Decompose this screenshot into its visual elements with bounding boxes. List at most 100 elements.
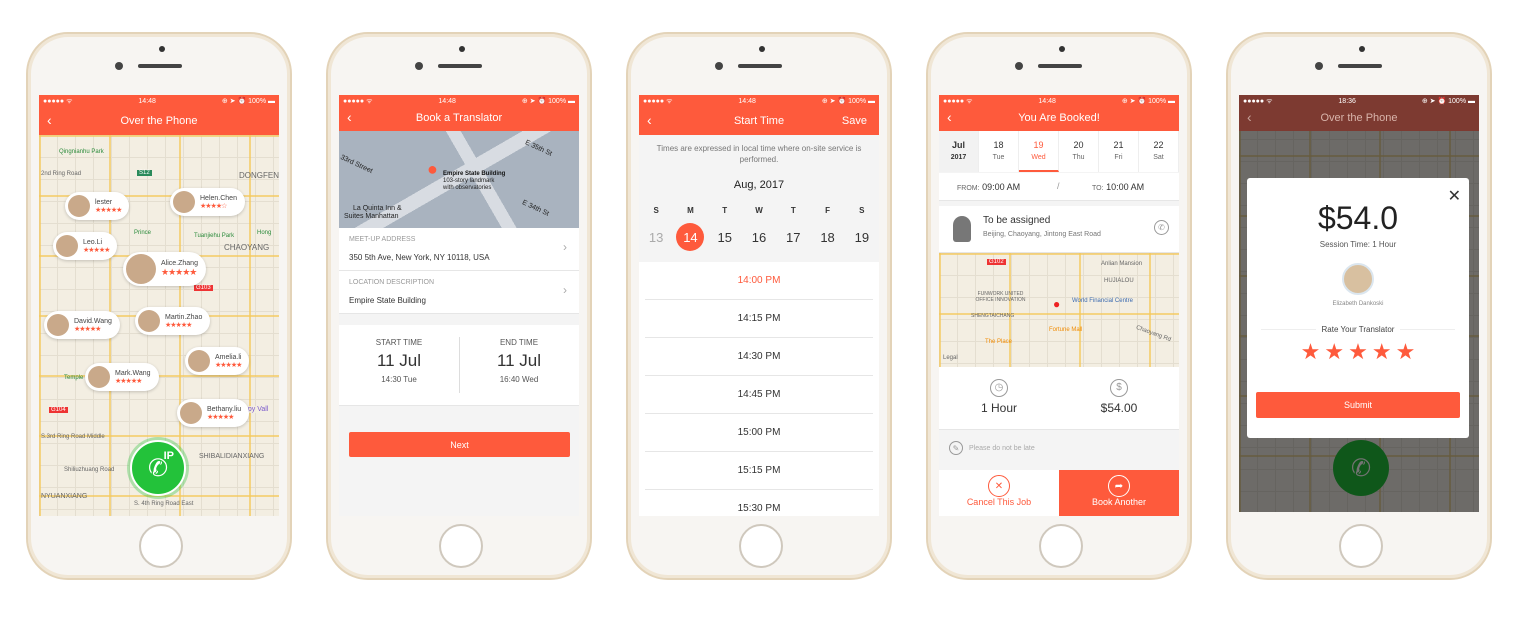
close-circle-icon: ✕: [988, 475, 1010, 497]
translator-marker[interactable]: Mark.Wang ★★★★★: [85, 363, 159, 391]
meetup-address-row[interactable]: MEET-UP ADDRESS 350 5th Ave, New York, NY…: [339, 228, 579, 271]
translator-marker[interactable]: Martin.Zhao ★★★★★: [135, 307, 211, 335]
phone-start-time: ●●●●● ᯤ 14:48 ⊕ ➤ ⏰ 100% ▬ ‹ Start Time Save…: [626, 32, 892, 580]
date-cell[interactable]: 18: [810, 230, 844, 245]
start-time[interactable]: START TIME 11 Jul 14:30 Tue: [339, 338, 459, 384]
screen: ●●●●● ᯤ 14:48 ⊕ ➤ ⏰ 100% ▬ ‹ You Are Booked…: [939, 95, 1179, 516]
star-icon[interactable]: ★: [1324, 339, 1344, 364]
home-button: [1339, 524, 1383, 568]
translator-marker[interactable]: Amelia.li ★★★★★: [185, 347, 250, 375]
time-slot-list[interactable]: 14:00 PM 14:15 PM 14:30 PM 14:45 PM 15:0…: [639, 262, 879, 516]
speaker: [738, 64, 782, 68]
translator-marker[interactable]: David.Wang ★★★★★: [44, 311, 120, 339]
timezone-notice: Times are expressed in local time where …: [656, 144, 862, 164]
weekday-row: SMTWTFS: [653, 206, 865, 215]
translator-marker[interactable]: lester ★★★★★: [65, 192, 130, 220]
front-camera: [715, 62, 723, 70]
avatar: [188, 350, 210, 372]
time-slot[interactable]: 14:45 PM: [645, 376, 873, 414]
screen: ●●●●● ᯤ 14:48 ⊕ ➤ ⏰ 100% ▬ ‹ Book a Transla…: [339, 95, 579, 516]
screen: ●●●●● ᯤ 14:48 ⊕ ➤ ⏰ 100% ▬ ‹ Start Time Save…: [639, 95, 879, 516]
translator-marker[interactable]: Bethany.liu ★★★★★: [177, 399, 250, 427]
date-cell[interactable]: 17: [776, 230, 810, 245]
star-icon[interactable]: ★: [1372, 339, 1392, 364]
page-title: You Are Booked!: [1018, 112, 1100, 124]
save-button[interactable]: Save: [842, 115, 867, 127]
home-button: [739, 524, 783, 568]
day-cell-selected[interactable]: 19 Wed: [1019, 131, 1059, 172]
star-rating[interactable]: ★ ★ ★ ★ ★: [1247, 339, 1469, 365]
avatar: [180, 402, 202, 424]
summary: ◷ 1 Hour $ $54.00: [939, 367, 1179, 430]
cancel-job-button[interactable]: ✕ Cancel This Job: [939, 470, 1059, 516]
time-slot[interactable]: 15:15 PM: [645, 452, 873, 490]
share-arrow-icon: ➦: [1108, 475, 1130, 497]
month-label: Aug, 2017: [733, 179, 785, 191]
speaker: [138, 64, 182, 68]
translator-marker[interactable]: Alice.Zhang ★★★★★: [123, 252, 206, 286]
date-cell[interactable]: 15: [708, 230, 742, 245]
avatar: [138, 310, 160, 332]
date-row: 13 14 15 16 17 18 19: [639, 223, 879, 251]
time-range: START TIME 11 Jul 14:30 Tue END TIME 11 Jul…: [339, 325, 579, 406]
screen: ✆ ‹Over the Phone ●●●●● ᯤ18:36⊕ ➤ ⏰ 100%…: [1239, 95, 1479, 512]
clock-icon: ◷: [990, 378, 1008, 397]
time-slot[interactable]: 15:00 PM: [645, 414, 873, 452]
date-strip: Jul 2017 18 Tue 19 Wed 20 Thu 21 Fri 22 Sat: [939, 131, 1179, 172]
avatar: [126, 254, 156, 284]
status-bar: ●●●●● ᯤ 18:36 ⊕ ➤ ⏰ 100% ▬: [1243, 97, 1475, 106]
next-button[interactable]: Next: [349, 432, 570, 457]
ip-call-button[interactable]: ✆ IP: [130, 440, 186, 496]
time-slot[interactable]: 15:30 PM: [645, 490, 873, 516]
map[interactable]: ● Empire State Building 103-story landma…: [339, 131, 579, 228]
time-slot[interactable]: 14:00 PM: [645, 262, 873, 300]
date-cell-selected[interactable]: 14: [673, 223, 707, 251]
speaker: [1338, 64, 1382, 68]
star-icon[interactable]: ★: [1301, 339, 1321, 364]
avatar: [47, 314, 69, 336]
home-button: [439, 524, 483, 568]
status-bar: ●●●●● ᯤ 14:48 ⊕ ➤ ⏰ 100% ▬: [343, 97, 575, 106]
location-pin-icon: ●: [427, 159, 438, 179]
date-cell[interactable]: 19: [845, 230, 879, 245]
day-cell[interactable]: 20 Thu: [1059, 131, 1099, 172]
end-time[interactable]: END TIME 11 Jul 16:40 Wed: [459, 338, 579, 384]
camera: [459, 46, 465, 52]
amount: $54.0: [1317, 200, 1399, 236]
translator-marker[interactable]: Leo.Li ★★★★★: [53, 232, 118, 260]
screen: ●●●●● ᯤ 14:48 ⊕ ➤ ⏰ 100% ▬ ‹ Over the Phone…: [39, 95, 279, 516]
avatar: [88, 366, 110, 388]
chevron-right-icon: ›: [563, 240, 567, 254]
camera: [1059, 46, 1065, 52]
location-pin-icon: ●: [1053, 297, 1061, 311]
day-cell[interactable]: 18 Tue: [979, 131, 1019, 172]
day-cell[interactable]: 21 Fri: [1099, 131, 1139, 172]
rating-modal: ✕ $54.0 Session Time: 1 Hour Elizabeth D…: [1247, 178, 1469, 438]
map[interactable]: G102 Anlian Mansion HUJIALOU FUNWORK UNI…: [939, 253, 1179, 367]
status-bar: ●●●●● ᯤ 14:48 ⊕ ➤ ⏰ 100% ▬: [643, 97, 875, 106]
home-button: [1039, 524, 1083, 568]
avatar: [68, 195, 90, 217]
dollar-icon: $: [1110, 378, 1128, 397]
close-icon[interactable]: ✕: [1448, 186, 1461, 206]
day-cell[interactable]: 22 Sat: [1139, 131, 1179, 172]
translator-name: Elizabeth Dankoski: [1332, 301, 1384, 307]
front-camera: [1315, 62, 1323, 70]
time-slot[interactable]: 14:30 PM: [645, 338, 873, 376]
avatar: [56, 235, 78, 257]
translator-marker[interactable]: Helen.Chen ★★★★☆: [170, 188, 245, 216]
location-description-row[interactable]: LOCATION DESCRIPTION Empire State Buildin…: [339, 271, 579, 314]
speaker: [438, 64, 482, 68]
assignee-row: To be assigned Beijing, Chaoyang, Jinton…: [939, 206, 1179, 253]
month-cell: Jul 2017: [939, 131, 979, 172]
time-slot[interactable]: 14:15 PM: [645, 300, 873, 338]
book-another-button[interactable]: ➦ Book Another: [1059, 470, 1179, 516]
phone-icon[interactable]: ✆: [1154, 220, 1169, 235]
date-cell[interactable]: 13: [639, 230, 673, 245]
star-icon[interactable]: ★: [1348, 339, 1368, 364]
note: ✎ Please do not be late: [949, 441, 1035, 455]
date-cell[interactable]: 16: [742, 230, 776, 245]
star-icon[interactable]: ★: [1396, 339, 1416, 364]
avatar: [173, 191, 195, 213]
submit-button[interactable]: Submit: [1256, 392, 1460, 418]
